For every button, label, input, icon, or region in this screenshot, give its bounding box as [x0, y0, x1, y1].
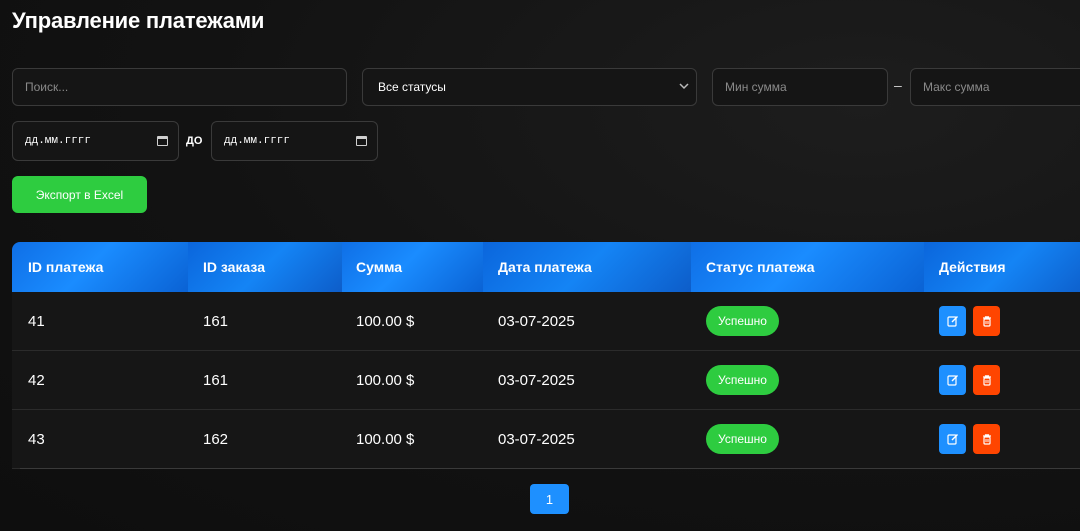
edit-icon	[946, 375, 958, 386]
cell-actions	[924, 365, 1080, 395]
header-payment-id: ID платежа	[12, 242, 188, 292]
cell-payment-id: 43	[28, 430, 45, 448]
max-amount-input[interactable]	[910, 68, 1080, 106]
delete-button[interactable]	[973, 306, 1000, 336]
trash-icon	[982, 434, 991, 445]
status-select-value: Все статусы	[378, 80, 446, 94]
header-payment-status: Статус платежа	[691, 242, 924, 292]
page-title: Управление платежами	[12, 8, 265, 33]
cell-order-id: 162	[203, 430, 229, 448]
cell-status: Успешно	[691, 306, 924, 336]
table-bottom-divider	[20, 468, 1080, 469]
delete-button[interactable]	[973, 424, 1000, 454]
date-to-input[interactable]: дд.мм.гггг	[211, 121, 378, 161]
date-to-value: дд.мм.гггг	[224, 135, 291, 147]
edit-button[interactable]	[939, 365, 966, 395]
cell-payment-id: 42	[28, 371, 45, 389]
status-badge: Успешно	[706, 424, 779, 454]
range-dash: –	[894, 77, 902, 93]
table-row: 43 162 100.00 $ 03-07-2025 Успешно	[12, 410, 1080, 469]
calendar-icon[interactable]	[356, 136, 367, 146]
status-badge: Успешно	[706, 365, 779, 395]
edit-icon	[946, 434, 958, 445]
cell-status: Успешно	[691, 365, 924, 395]
date-from-input[interactable]: дд.мм.гггг	[12, 121, 179, 161]
chevron-down-icon	[678, 80, 690, 95]
cell-date: 03-07-2025	[498, 430, 575, 448]
cell-order-id: 161	[203, 371, 229, 389]
status-select[interactable]: Все статусы	[362, 68, 697, 106]
table-row: 41 161 100.00 $ 03-07-2025 Успешно	[12, 292, 1080, 351]
search-input[interactable]	[12, 68, 347, 106]
trash-icon	[982, 316, 991, 327]
cell-actions	[924, 424, 1080, 454]
cell-date: 03-07-2025	[498, 312, 575, 330]
cell-amount: 100.00 $	[356, 430, 415, 448]
date-from-value: дд.мм.гггг	[25, 135, 92, 147]
cell-amount: 100.00 $	[356, 371, 415, 389]
cell-status: Успешно	[691, 424, 924, 454]
header-actions: Действия	[924, 242, 1080, 292]
table-row: 42 161 100.00 $ 03-07-2025 Успешно	[12, 351, 1080, 410]
status-badge: Успешно	[706, 306, 779, 336]
export-excel-button[interactable]: Экспорт в Excel	[12, 176, 147, 213]
payments-table: ID платежа ID заказа Сумма Дата платежа …	[12, 242, 1080, 469]
edit-button[interactable]	[939, 424, 966, 454]
pagination-page-1[interactable]: 1	[530, 484, 569, 514]
delete-button[interactable]	[973, 365, 1000, 395]
trash-icon	[982, 375, 991, 386]
cell-date: 03-07-2025	[498, 371, 575, 389]
table-header: ID платежа ID заказа Сумма Дата платежа …	[12, 242, 1080, 292]
edit-button[interactable]	[939, 306, 966, 336]
cell-amount: 100.00 $	[356, 312, 415, 330]
edit-icon	[946, 316, 958, 327]
cell-actions	[924, 306, 1080, 336]
payments-page: Управление платежами Все статусы – дд.мм…	[0, 0, 1080, 531]
header-order-id: ID заказа	[188, 242, 342, 292]
min-amount-input[interactable]	[712, 68, 888, 106]
cell-order-id: 161	[203, 312, 229, 330]
calendar-icon[interactable]	[157, 136, 168, 146]
cell-payment-id: 41	[28, 312, 45, 330]
header-amount: Сумма	[342, 242, 483, 292]
date-range-separator: ДО	[186, 135, 203, 147]
header-payment-date: Дата платежа	[483, 242, 691, 292]
